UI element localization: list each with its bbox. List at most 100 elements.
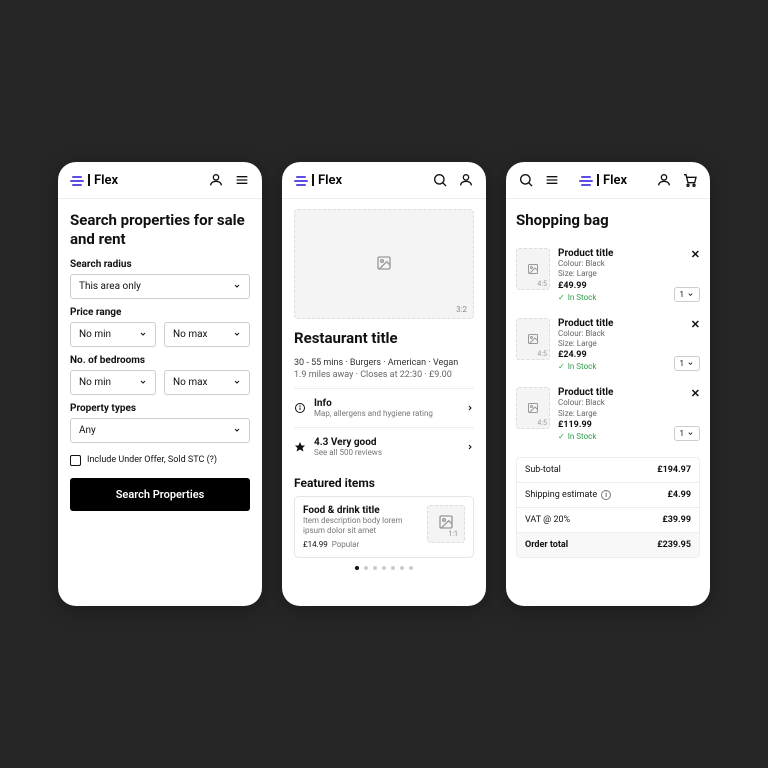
checkbox-icon	[70, 455, 81, 466]
bedrooms-label: No. of bedrooms	[70, 355, 250, 366]
image-placeholder-icon	[527, 402, 539, 414]
menu-icon[interactable]	[544, 172, 560, 188]
chevron-right-icon	[466, 443, 474, 451]
page-title: Search properties for sale and rent	[70, 211, 250, 249]
product-colour: Colour: Black	[558, 398, 666, 408]
info-icon[interactable]: i	[601, 490, 611, 500]
product-title: Product title	[558, 387, 666, 398]
image-placeholder-icon	[376, 255, 392, 274]
bag-item: 4:5 Product title Colour: Black Size: La…	[516, 310, 700, 380]
topbar: Flex	[506, 162, 710, 199]
product-colour: Colour: Black	[558, 259, 666, 269]
logo-divider	[312, 174, 314, 186]
aspect-ratio: 4:5	[537, 280, 547, 288]
carousel-dots[interactable]	[294, 566, 474, 570]
product-title: Product title	[558, 318, 666, 329]
item-desc: Item description body lorem ipsum dolor …	[303, 516, 419, 537]
radius-label: Search radius	[70, 259, 250, 270]
beds-max-select[interactable]: No max	[164, 370, 250, 395]
total-row: Order total£239.95	[517, 533, 699, 557]
types-label: Property types	[70, 403, 250, 414]
info-icon	[294, 402, 306, 414]
chevron-down-icon	[687, 291, 694, 298]
rating-row[interactable]: 4.3 Very goodSee all 500 reviews	[294, 427, 474, 466]
stock-status: In Stock	[558, 432, 666, 441]
info-row[interactable]: InfoMap, allergens and hygiene rating	[294, 388, 474, 427]
chevron-down-icon	[687, 430, 694, 437]
bag-item: 4:5 Product title Colour: Black Size: La…	[516, 379, 700, 449]
account-icon[interactable]	[458, 172, 474, 188]
bag-item: 4:5 Product title Colour: Black Size: La…	[516, 240, 700, 310]
brand-logo: Flex	[579, 173, 627, 188]
phone-restaurant: Flex 3:2 Restaurant title 30 - 55 mins ·…	[282, 162, 486, 606]
item-tag: Popular	[332, 540, 359, 549]
logo-divider	[597, 174, 599, 186]
product-thumb: 4:5	[516, 248, 550, 290]
bag-body: Shopping bag 4:5 Product title Colour: B…	[506, 199, 710, 606]
aspect-ratio: 4:5	[537, 350, 547, 358]
cart-icon[interactable]	[682, 172, 698, 188]
item-price: £14.99	[303, 540, 328, 549]
product-thumb: 4:5	[516, 318, 550, 360]
subtotal-row: Sub-total£194.97	[517, 458, 699, 483]
remove-item-button[interactable]: ✕	[691, 387, 700, 400]
product-size: Size: Large	[558, 339, 666, 349]
logo-mark-icon	[70, 175, 84, 185]
remove-item-button[interactable]: ✕	[691, 248, 700, 261]
aspect-ratio: 1:1	[448, 530, 458, 538]
phone-shopping-bag: Flex Shopping bag 4:5 Product title Colo…	[506, 162, 710, 606]
remove-item-button[interactable]: ✕	[691, 318, 700, 331]
product-thumb: 4:5	[516, 387, 550, 429]
aspect-ratio: 4:5	[537, 419, 547, 427]
brand-name: Flex	[94, 173, 118, 188]
product-price: £119.99	[558, 420, 666, 430]
item-thumb: 1:1	[427, 505, 465, 543]
totals-box: Sub-total£194.97 Shipping estimatei£4.99…	[516, 457, 700, 558]
quantity-select[interactable]: 1	[674, 356, 701, 371]
search-icon[interactable]	[432, 172, 448, 188]
logo-divider	[88, 174, 90, 186]
product-price: £24.99	[558, 350, 666, 360]
topbar: Flex	[58, 162, 262, 199]
radius-select[interactable]: This area only	[70, 274, 250, 299]
account-icon[interactable]	[208, 172, 224, 188]
hero-image: 3:2	[294, 209, 474, 319]
logo-mark-icon	[294, 175, 308, 185]
price-min-select[interactable]: No min	[70, 322, 156, 347]
restaurant-title: Restaurant title	[294, 329, 474, 348]
featured-item-card[interactable]: Food & drink title Item description body…	[294, 496, 474, 558]
image-placeholder-icon	[527, 333, 539, 345]
search-button[interactable]: Search Properties	[70, 478, 250, 511]
brand-logo: Flex	[294, 173, 342, 188]
stock-status: In Stock	[558, 293, 666, 302]
product-size: Size: Large	[558, 269, 666, 279]
brand-logo: Flex	[70, 173, 118, 188]
product-colour: Colour: Black	[558, 329, 666, 339]
brand-name: Flex	[603, 173, 627, 188]
topbar: Flex	[282, 162, 486, 199]
logo-mark-icon	[579, 175, 593, 185]
include-checkbox[interactable]: Include Under Offer, Sold STC (?)	[70, 455, 250, 466]
price-max-select[interactable]: No max	[164, 322, 250, 347]
star-icon	[294, 441, 306, 453]
brand-name: Flex	[318, 173, 342, 188]
image-placeholder-icon	[527, 263, 539, 275]
vat-row: VAT @ 20%£39.99	[517, 508, 699, 533]
search-icon[interactable]	[518, 172, 534, 188]
page-title: Shopping bag	[516, 211, 700, 230]
beds-min-select[interactable]: No min	[70, 370, 156, 395]
search-body: Search properties for sale and rent Sear…	[58, 199, 262, 606]
quantity-select[interactable]: 1	[674, 287, 701, 302]
product-size: Size: Large	[558, 409, 666, 419]
quantity-select[interactable]: 1	[674, 426, 701, 441]
restaurant-body: 3:2 Restaurant title 30 - 55 mins · Burg…	[282, 199, 486, 606]
menu-icon[interactable]	[234, 172, 250, 188]
shipping-row: Shipping estimatei£4.99	[517, 483, 699, 508]
price-label: Price range	[70, 307, 250, 318]
product-price: £49.99	[558, 281, 666, 291]
account-icon[interactable]	[656, 172, 672, 188]
chevron-down-icon	[687, 360, 694, 367]
types-select[interactable]: Any	[70, 418, 250, 443]
phone-property-search: Flex Search properties for sale and rent…	[58, 162, 262, 606]
product-title: Product title	[558, 248, 666, 259]
